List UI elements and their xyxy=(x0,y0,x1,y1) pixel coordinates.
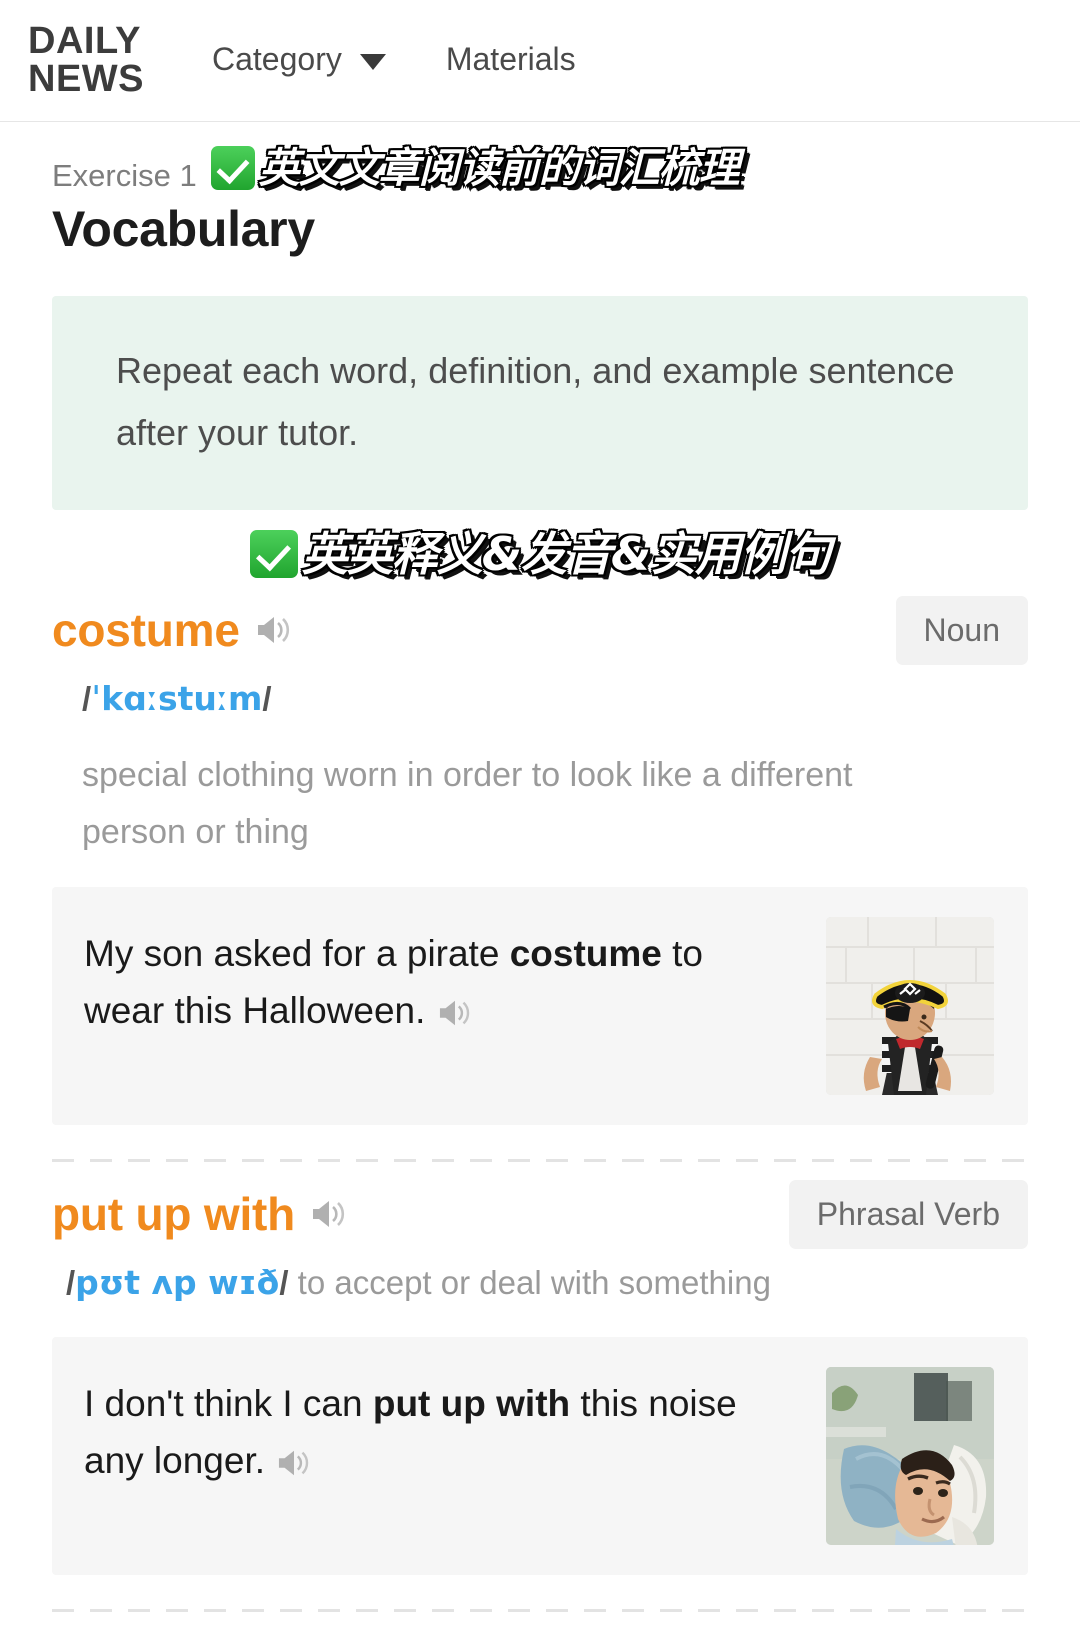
entry-divider xyxy=(52,1608,1028,1612)
cn-overlay-mid-text: 英英释义&发音&实用例句 xyxy=(301,526,831,581)
example-image-costume[interactable] xyxy=(826,916,994,1095)
example-sentence: My son asked for a pirate costume to wea… xyxy=(84,917,774,1040)
site-logo[interactable]: DAILY NEWS xyxy=(28,22,174,97)
nav-item-category-label: Category xyxy=(212,41,342,77)
definition-text: to accept or deal with something xyxy=(297,1263,771,1301)
instruction-text: Repeat each word, definition, and exampl… xyxy=(116,350,955,453)
site-header: DAILY NEWS Category Materials xyxy=(0,0,1080,122)
phonetic-line: /ˈkɑːstuːm/ xyxy=(52,675,1028,723)
ipa-close-slash: / xyxy=(279,1263,289,1301)
vocab-word: costume xyxy=(52,604,240,657)
ipa-open-slash: / xyxy=(82,679,92,717)
green-check-icon xyxy=(249,529,298,578)
word-row: costume Noun xyxy=(52,595,1028,665)
ipa-text: pʊt ʌp wɪð xyxy=(75,1262,280,1302)
example-highlight: put up with xyxy=(372,1382,571,1424)
example-pre: My son asked for a pirate xyxy=(84,932,510,974)
example-highlight: costume xyxy=(509,932,662,974)
lesson-content: Exercise 1 英文文章阅读前的词汇梳理 Vocabulary Repea… xyxy=(0,122,1080,1612)
exercise-heading-row: Exercise 1 英文文章阅读前的词汇梳理 xyxy=(52,122,1028,194)
ipa-close-slash: / xyxy=(262,679,272,717)
example-pre: I don't think I can xyxy=(84,1382,373,1424)
page-title: Vocabulary xyxy=(52,201,315,257)
part-of-speech-badge: Noun xyxy=(895,595,1028,665)
speaker-icon[interactable] xyxy=(436,997,474,1029)
definition-text: special clothing worn in order to look l… xyxy=(82,755,853,851)
part-of-speech-badge: Phrasal Verb xyxy=(788,1179,1028,1249)
word-row: put up with Phrasal Verb xyxy=(52,1179,1028,1249)
vocab-entry-costume: costume Noun /ˈkɑːstuːm/ special clothin… xyxy=(52,578,1028,1162)
example-sentence: I don't think I can put up with this noi… xyxy=(84,1367,774,1490)
example-box: My son asked for a pirate costume to wea… xyxy=(52,886,1028,1125)
page-root: DAILY NEWS Category Materials Exercise 1… xyxy=(0,0,1080,1649)
example-image-put-up-with[interactable] xyxy=(826,1366,994,1545)
nav-item-materials[interactable]: Materials xyxy=(446,41,576,78)
cn-overlay-top-text: 英文文章阅读前的词汇梳理 xyxy=(258,143,740,192)
vocab-entry-put-up-with: put up with Phrasal Verb /pʊt ʌp wɪð/ to… xyxy=(52,1162,1028,1612)
cn-overlay-mid: 英英释义&发音&实用例句 xyxy=(52,526,1028,581)
instruction-panel: Repeat each word, definition, and exampl… xyxy=(52,296,1028,510)
phonetic-line: /pʊt ʌp wɪð/ to accept or deal with some… xyxy=(52,1259,1028,1307)
speaker-icon[interactable] xyxy=(275,1447,313,1479)
example-box: I don't think I can put up with this noi… xyxy=(52,1336,1028,1575)
green-check-icon xyxy=(210,146,255,190)
nav-item-materials-label: Materials xyxy=(445,41,576,77)
vocab-word: put up with xyxy=(52,1188,296,1241)
speaker-icon[interactable] xyxy=(309,1197,349,1231)
exercise-label: Exercise 1 xyxy=(52,158,197,193)
chevron-down-icon[interactable] xyxy=(359,53,386,70)
word-left-group: costume xyxy=(52,603,294,657)
speaker-icon[interactable] xyxy=(254,613,294,647)
word-left-group: put up with xyxy=(52,1187,349,1241)
ipa-text: ˈkɑːstuːm xyxy=(91,678,263,718)
ipa-open-slash: / xyxy=(66,1263,76,1301)
cn-overlay-top: 英文文章阅读前的词汇梳理 xyxy=(210,143,740,192)
main-nav: Category Materials xyxy=(174,41,576,80)
nav-item-category[interactable]: Category xyxy=(212,41,386,78)
